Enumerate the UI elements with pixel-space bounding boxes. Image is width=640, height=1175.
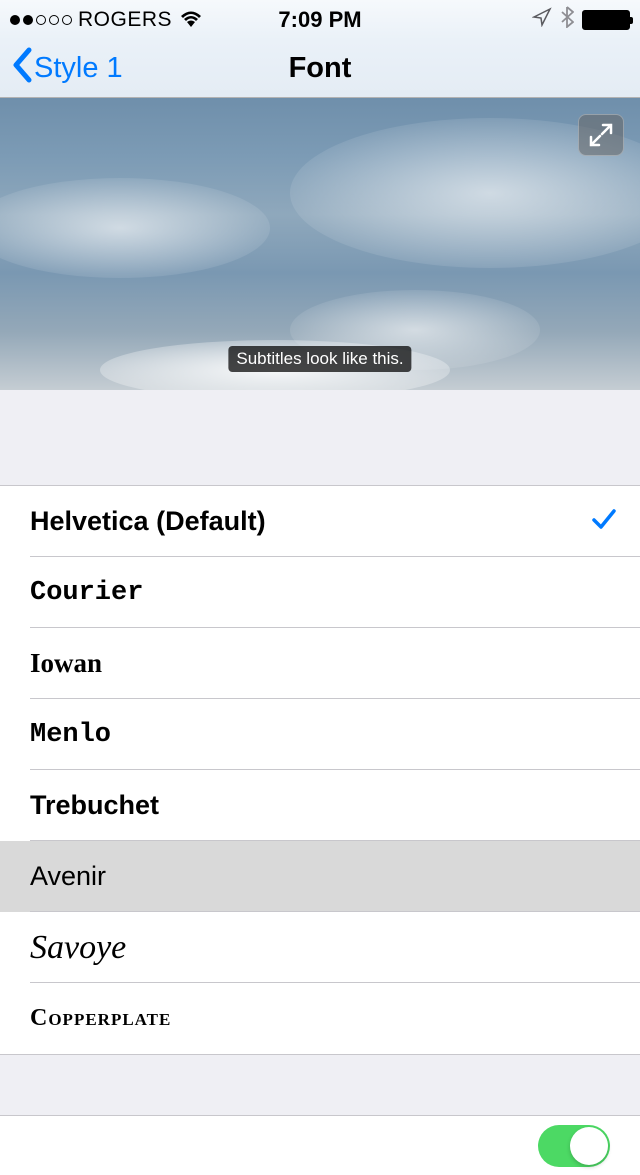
back-button[interactable]: Style 1	[12, 47, 123, 90]
font-row[interactable]: Copperplate	[0, 983, 640, 1054]
font-row[interactable]: Courier	[0, 557, 640, 628]
font-label: Savoye	[30, 929, 126, 967]
page-title: Font	[289, 52, 352, 85]
wifi-icon	[180, 7, 202, 33]
status-bar: ROGERS 7:09 PM	[0, 0, 640, 40]
signal-strength	[10, 15, 72, 25]
font-row[interactable]: Menlo	[0, 699, 640, 770]
font-row[interactable]: Helvetica (Default)	[0, 486, 640, 557]
toggle-switch[interactable]	[538, 1125, 610, 1167]
setting-row	[0, 1115, 640, 1175]
chevron-left-icon	[12, 47, 32, 90]
status-time: 7:09 PM	[278, 7, 361, 33]
location-icon	[532, 7, 552, 33]
subtitle-sample-text: Subtitles look like this.	[228, 346, 411, 372]
navigation-bar: Style 1 Font	[0, 40, 640, 98]
battery-icon	[582, 10, 630, 30]
subtitle-preview: Subtitles look like this.	[0, 98, 640, 390]
back-label: Style 1	[34, 52, 123, 85]
font-label: Copperplate	[30, 1005, 171, 1032]
font-label: Trebuchet	[30, 790, 159, 821]
carrier-label: ROGERS	[78, 8, 172, 32]
expand-icon	[588, 122, 614, 148]
bluetooth-icon	[560, 6, 574, 34]
font-row[interactable]: Avenir	[0, 841, 640, 912]
expand-button[interactable]	[578, 114, 624, 156]
font-label: Helvetica (Default)	[30, 506, 266, 537]
font-list: Helvetica (Default) Courier Iowan Menlo Treb…	[0, 485, 640, 1055]
font-label: Avenir	[30, 861, 106, 892]
toggle-knob	[570, 1127, 608, 1165]
font-row[interactable]: Trebuchet	[0, 770, 640, 841]
checkmark-icon	[590, 505, 618, 538]
font-row[interactable]: Iowan	[0, 628, 640, 699]
font-label: Iowan	[30, 648, 102, 679]
font-label: Courier	[30, 578, 143, 608]
font-label: Menlo	[30, 720, 111, 750]
font-row[interactable]: Savoye	[0, 912, 640, 983]
